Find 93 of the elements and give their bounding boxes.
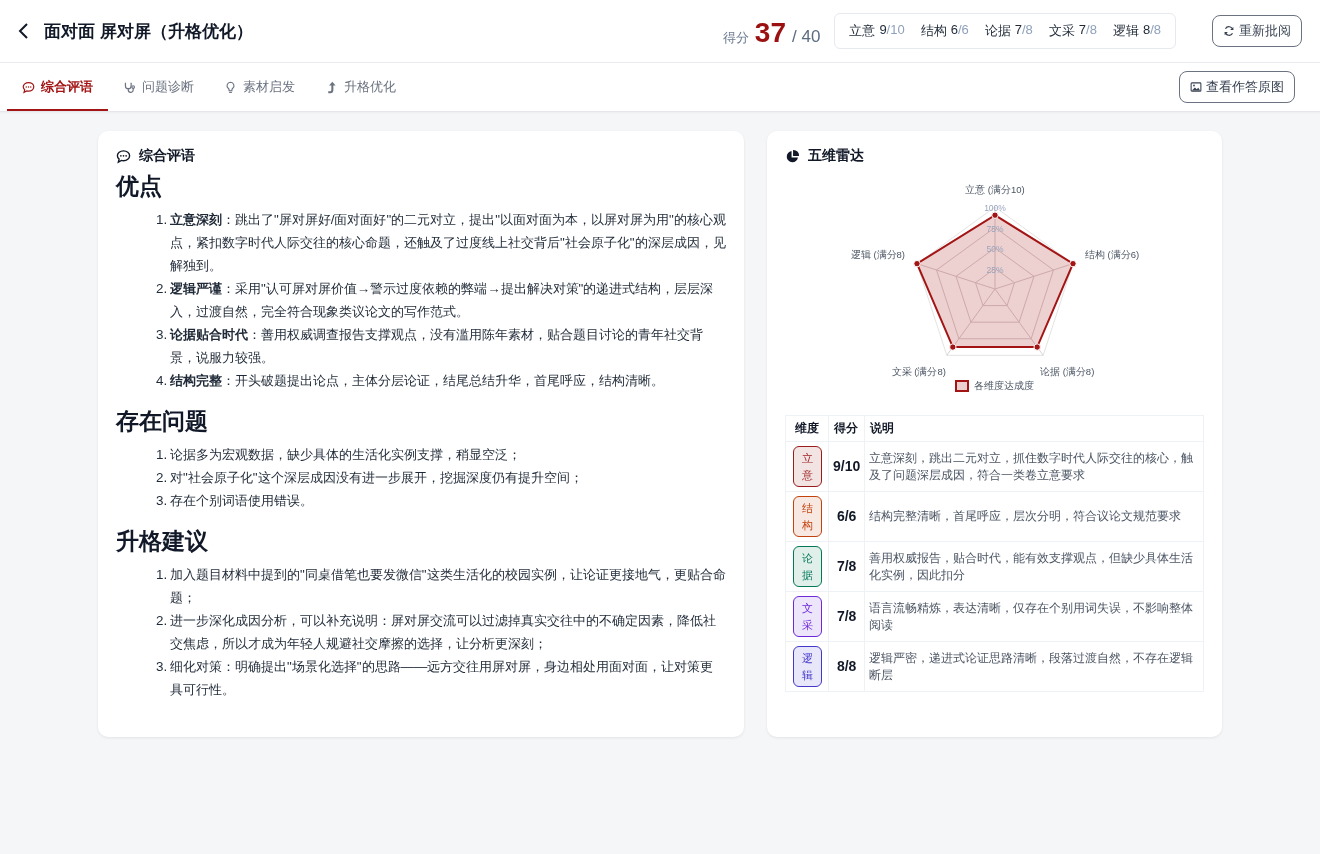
- score-cell: 6/6: [828, 491, 865, 542]
- list-number: 2.: [156, 469, 169, 487]
- dimension-score: 7: [1014, 22, 1022, 37]
- section-heading: 优点: [116, 172, 163, 201]
- dimension-tag: 结构: [792, 496, 822, 537]
- refresh-icon: [1223, 25, 1235, 37]
- column-header: 说明: [864, 415, 1204, 442]
- list-number: 1.: [156, 211, 169, 229]
- section-heading: 存在问题: [116, 407, 209, 436]
- tab[interactable]: 升格优化: [310, 63, 411, 111]
- dimension-score: 8: [1142, 22, 1151, 37]
- lightbulb-icon: [224, 80, 237, 94]
- axis-label: 文采 (满分8): [891, 366, 946, 378]
- list-text: 论据贴合时代：善用权威调查报告支撑观点，没有滥用陈年素材，贴合题目讨论的青年社交背景，说服力较强。: [170, 326, 704, 367]
- list-text: 立意深刻：跳出了"屏对屏好/面对面好"的二元对立，提出"以面对面为本，以屏对屏为用"的核心观点，紧扣数字时代人际交往的核心命题，还触及了过度线上社交背后"社会原子化"的深层成因，见解独到。: [170, 211, 726, 275]
- dimension-name: 逻辑: [1112, 22, 1139, 40]
- tick-label: 50%: [986, 244, 1004, 254]
- section-heading: 升格建议: [116, 527, 209, 556]
- legend-label: 各维度达成度: [974, 379, 1034, 393]
- tab[interactable]: 问题诊断: [108, 63, 209, 111]
- image-icon: [1190, 81, 1202, 93]
- list-number: 2.: [156, 612, 169, 630]
- tick-label: 75%: [986, 223, 1004, 234]
- list-text: 论据多为宏观数据，缺少具体的生活化实例支撑，稍显空泛；: [170, 446, 522, 464]
- tab[interactable]: 素材启发: [209, 63, 310, 111]
- table-cell: 立意深刻，跳出二元对立，抓住数字时代人际交往的核心，触及了问题深层成因，符合一类卷立意要求: [864, 441, 1204, 492]
- card-title: 综合评语: [139, 147, 195, 165]
- list-number: 3.: [156, 492, 169, 510]
- dimension-name: 立意: [849, 22, 876, 40]
- list-text: 细化对策：明确提出"场景化选择"的思路——远方交往用屏对屏，身边相处用面对面，让对策更具可行性。: [170, 658, 715, 699]
- axis-label: 逻辑 (满分8): [850, 248, 905, 260]
- dimension-max: /8: [1086, 22, 1097, 37]
- dimension-tag: 文采: [792, 596, 822, 637]
- list-text: 逻辑严谨：采用"认可屏对屏价值→警示过度依赖的弊端→提出解决对策"的递进式结构，层层深入，过渡自然，完全符合现象类议论文的写作范式。: [170, 280, 715, 321]
- legend-swatch: [955, 380, 969, 392]
- data-point: [1033, 343, 1041, 351]
- list-number: 3.: [156, 326, 169, 344]
- dimension-score: 7: [1078, 22, 1087, 37]
- dimension-max: /8: [1150, 22, 1161, 37]
- pie-chart-icon: [785, 148, 800, 164]
- dimension-name: 论据: [984, 22, 1011, 40]
- score-cell: 7/8: [828, 541, 865, 592]
- data-point: [1069, 259, 1077, 268]
- stethoscope-icon: [123, 80, 136, 94]
- dimension-max: /8: [1022, 22, 1033, 37]
- rereview-button[interactable]: 重新批阅: [1212, 15, 1302, 47]
- back-icon[interactable]: [16, 22, 30, 40]
- list-text: 结构完整：开头破题提出论点，主体分层论证，结尾总结升华，首尾呼应，结构清晰。: [170, 372, 665, 390]
- dimension-max: /6: [957, 22, 969, 37]
- score-cell: 7/8: [828, 591, 865, 642]
- list-number: 2.: [156, 280, 169, 298]
- list-text: 存在个别词语使用错误。: [170, 492, 314, 510]
- list-text: 进一步深化成因分析，可以补充说明：屏对屏交流可以过滤掉真实交往中的不确定因素，降低社交焦虑，所以才成为年轻人规避社交摩擦的选择，让分析更深刻；: [170, 612, 717, 653]
- score-cell: 9/10: [828, 441, 865, 492]
- dimension-score: 6: [950, 22, 958, 37]
- view-original-button[interactable]: 查看作答原图: [1179, 71, 1295, 103]
- axis-label: 论据 (满分8): [1040, 366, 1095, 378]
- axis-label: 立意 (满分10): [965, 184, 1025, 195]
- dimension-tag: 论据: [792, 546, 822, 587]
- dimension-name: 结构: [920, 22, 947, 40]
- data-point: [949, 343, 957, 351]
- total-score: 37: [754, 17, 786, 49]
- list-number: 1.: [156, 446, 169, 464]
- chat-bubble-icon: [116, 148, 131, 164]
- dimension-name: 文采: [1048, 22, 1075, 40]
- score-total: / 40: [792, 27, 821, 47]
- table-cell: 结构完整清晰，首尾呼应，层次分明，符合议论文规范要求: [864, 491, 1204, 542]
- dimension-max: /10: [886, 22, 905, 37]
- axis-label: 结构 (满分6): [1085, 248, 1140, 260]
- card-title: 五维雷达: [808, 147, 864, 165]
- list-text: 对"社会原子化"这个深层成因没有进一步展开，挖掘深度仍有提升空间；: [170, 469, 584, 487]
- tick-label: 100%: [984, 203, 1006, 213]
- score-cell: 8/8: [828, 641, 865, 692]
- page-title: 面对面 屏对屏（升格优化）: [44, 20, 254, 43]
- tick-label: 25%: [986, 264, 1004, 275]
- column-header: 得分: [828, 415, 865, 442]
- dimension-tag: 立意: [792, 446, 822, 487]
- list-number: 4.: [156, 372, 169, 390]
- table-cell: 逻辑严密，递进式论证思路清晰，段落过渡自然，不存在逻辑断层: [864, 641, 1204, 692]
- data-point: [991, 211, 999, 219]
- data-point: [913, 259, 921, 268]
- score-label: 得分: [722, 29, 749, 47]
- chat-bubble-icon: [22, 80, 35, 94]
- dimension-tag: 逻辑: [792, 646, 822, 687]
- dimension-score: 9: [879, 22, 887, 37]
- column-header: 维度: [785, 415, 829, 442]
- list-number: 1.: [156, 566, 169, 584]
- list-number: 3.: [156, 658, 169, 676]
- list-text: 加入题目材料中提到的"同桌借笔也要发微信"这类生活化的校园实例，让论证更接地气，更贴合命题；: [170, 566, 726, 607]
- table-cell: 语言流畅精炼，表达清晰，仅存在个别用词失误，不影响整体阅读: [864, 591, 1204, 642]
- tab[interactable]: 综合评语: [7, 63, 108, 111]
- table-cell: 善用权威报告，贴合时代，能有效支撑观点，但缺少具体生活化实例，因此扣分: [864, 541, 1204, 592]
- arrow-up-icon: [325, 80, 338, 94]
